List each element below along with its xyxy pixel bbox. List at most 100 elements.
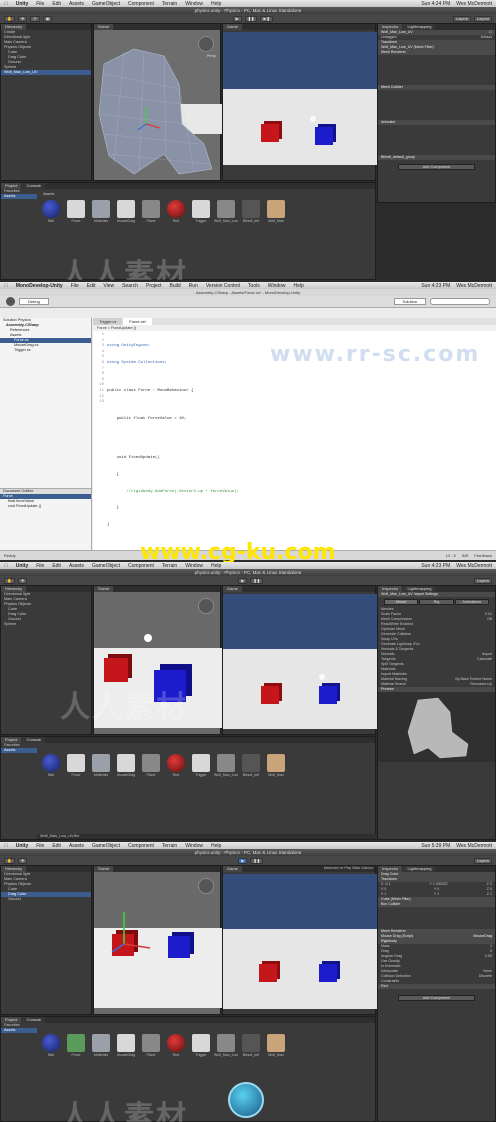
mesh-collider-header[interactable]: Mesh Collider — [381, 85, 403, 90]
menu-file[interactable]: File — [36, 563, 44, 569]
tab-scene[interactable]: Scene — [94, 866, 114, 872]
asset-wolf-man[interactable]: Wolf_Man — [265, 200, 287, 223]
tab-force-cs[interactable]: Force.cs* — [123, 318, 153, 325]
apple-icon[interactable]:  — [4, 1, 8, 7]
tab-game[interactable]: Game — [223, 866, 242, 872]
play-button[interactable]: ▶ — [238, 577, 248, 584]
asset-ball[interactable]: Ball — [40, 1034, 62, 1057]
pause-button[interactable]: ❚❚ — [250, 577, 264, 584]
tab-trigger-cs[interactable]: Trigger.cs — [93, 318, 123, 325]
maximize-on-play[interactable]: Maximize on Play — [324, 866, 351, 870]
tab-model[interactable]: Model — [384, 599, 419, 605]
apple-icon[interactable]:  — [4, 563, 8, 569]
asset-wolf-low[interactable]: Wolf_Man_Low — [214, 754, 238, 777]
search-field[interactable] — [430, 298, 490, 305]
tab-rig[interactable]: Rig — [419, 599, 454, 605]
layers-dropdown[interactable]: Layers — [474, 577, 493, 584]
menu-file[interactable]: File — [36, 843, 44, 849]
red-cube[interactable] — [261, 686, 279, 704]
blue-cube[interactable] — [319, 964, 337, 982]
asset-red[interactable]: Red — [165, 1034, 187, 1057]
hand-tool-button[interactable]: ✋ — [4, 15, 15, 22]
menu-gameobject[interactable]: GameObject — [92, 843, 120, 849]
tab-scene[interactable]: Scene — [94, 586, 114, 592]
white-sphere[interactable] — [310, 116, 316, 122]
hand-tool-button[interactable]: ✋ — [4, 577, 15, 584]
asset-blinn[interactable]: Blinn6_def — [240, 754, 262, 777]
menu-search[interactable]: Search — [122, 283, 138, 289]
menu-terrain[interactable]: Terrain — [162, 843, 177, 849]
menu-run[interactable]: Run — [189, 283, 198, 289]
asset-plane[interactable]: Plane — [140, 1034, 162, 1057]
menu-project[interactable]: Project — [146, 283, 162, 289]
red-cube[interactable] — [261, 124, 279, 142]
rotate-tool-button[interactable]: ⟳ — [30, 15, 40, 22]
asset-mousedrag[interactable]: MouseDrag — [115, 754, 137, 777]
asset-ball[interactable]: Ball — [40, 200, 62, 223]
asset-materials[interactable]: Materials — [90, 1034, 112, 1057]
tab-lightmapping[interactable]: Lightmapping — [403, 866, 436, 872]
pause-button[interactable]: ❚❚ — [244, 15, 258, 22]
gizmos-toggle[interactable]: Gizmos — [361, 866, 373, 870]
menu-help[interactable]: Help — [211, 843, 221, 849]
code-editor[interactable]: using UnityEngine; using System.Collecti… — [107, 333, 239, 540]
scale-tool-button[interactable]: ▣ — [42, 15, 53, 22]
menu-window[interactable]: Window — [268, 283, 286, 289]
move-tool-button[interactable]: ✥ — [17, 857, 28, 864]
menu-edit[interactable]: Edit — [52, 1, 61, 7]
asset-blinn[interactable]: Blinn6_def — [240, 200, 262, 223]
play-button[interactable]: ▶ — [232, 15, 242, 22]
scene-gizmo[interactable] — [198, 598, 214, 614]
menu-unity[interactable]: Unity — [16, 843, 29, 849]
asset-ball[interactable]: Ball — [40, 754, 62, 777]
menu-help[interactable]: Help — [211, 1, 221, 7]
asset-red[interactable]: Red — [165, 754, 187, 777]
menu-unity[interactable]: Unity — [16, 1, 29, 7]
blue-cube[interactable] — [319, 686, 337, 704]
mesh-renderer-header[interactable]: Mesh Renderer — [381, 50, 406, 55]
asset-force[interactable]: Force — [65, 1034, 87, 1057]
step-button[interactable]: ▶❚ — [260, 15, 273, 22]
layer-dropdown[interactable]: Default — [481, 35, 492, 40]
tab-scene[interactable]: Scene — [94, 24, 114, 30]
asset-trigger[interactable]: Trigger — [190, 200, 212, 223]
assets-folder[interactable]: Assets — [1, 748, 37, 753]
menu-edit[interactable]: Edit — [52, 843, 61, 849]
red-cube[interactable] — [104, 658, 128, 682]
menu-component[interactable]: Component — [128, 1, 154, 7]
scale-z[interactable]: Z 1 — [487, 892, 492, 897]
add-component-button[interactable]: Add Component — [398, 164, 475, 170]
box-collider-header[interactable]: Box Collider — [381, 902, 400, 907]
menu-window[interactable]: Window — [185, 1, 203, 7]
add-component-button[interactable]: Add Component — [398, 995, 475, 1001]
user-name[interactable]: Wes McDermott — [456, 563, 492, 569]
apple-icon[interactable]:  — [4, 283, 8, 289]
asset-wolf-low[interactable]: Wolf_Man_Low — [214, 200, 238, 223]
asset-trigger[interactable]: Trigger — [190, 1034, 212, 1057]
asset-blinn[interactable]: Blinn6_def — [240, 1034, 262, 1057]
stats-toggle[interactable]: Stats — [352, 866, 360, 870]
menu-file[interactable]: File — [36, 1, 44, 7]
scene-gizmo[interactable] — [198, 878, 214, 894]
user-name[interactable]: Wes McDermott — [456, 843, 492, 849]
assets-folder[interactable]: Assets — [1, 1028, 37, 1033]
menu-terrain[interactable]: Terrain — [162, 563, 177, 569]
user-name[interactable]: Wes McDermott — [456, 1, 492, 7]
asset-materials[interactable]: Materials — [90, 200, 112, 223]
asset-force[interactable]: Force — [65, 200, 87, 223]
move-gizmo[interactable] — [104, 906, 154, 956]
asset-trigger[interactable]: Trigger — [190, 754, 212, 777]
asset-wolf-man[interactable]: Wolf_Man — [265, 1034, 287, 1057]
pause-button[interactable]: ❚❚ — [250, 857, 264, 864]
menu-monodevelop[interactable]: MonoDevelop-Unity — [16, 283, 63, 289]
menu-view[interactable]: View — [103, 283, 114, 289]
menu-gameobject[interactable]: GameObject — [92, 563, 120, 569]
list-item[interactable]: Sphere — [1, 622, 91, 627]
user-name[interactable]: Wes McDermott — [456, 283, 492, 289]
material-header[interactable]: Red — [381, 984, 388, 989]
asset-wolf-man[interactable]: Wolf_Man — [265, 754, 287, 777]
white-sphere[interactable] — [144, 634, 152, 642]
menu-assets[interactable]: Assets — [69, 563, 84, 569]
solution-dropdown[interactable]: Solution — [393, 298, 426, 305]
menu-help[interactable]: Help — [211, 563, 221, 569]
